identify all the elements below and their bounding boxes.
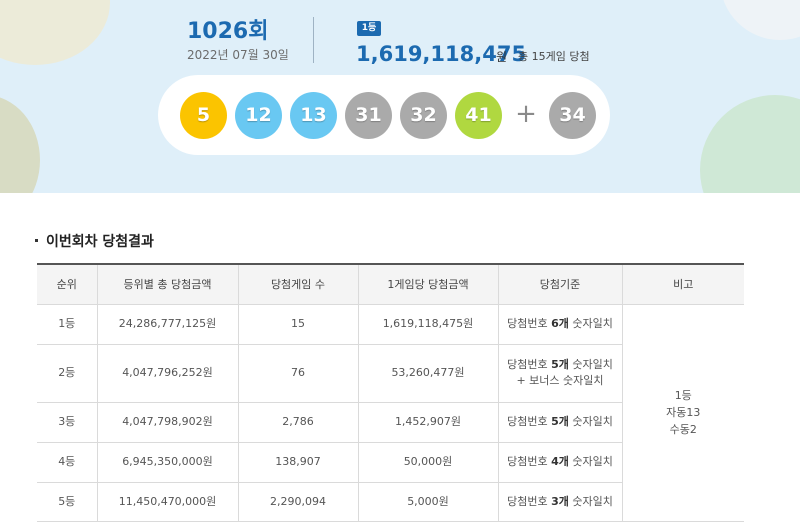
rank-cell: 4등: [37, 441, 98, 483]
column-header: 순위: [37, 263, 98, 305]
draw-date: 2022년 07월 30일: [187, 48, 289, 62]
remarks-cell: 1등 자동13 수동2: [621, 303, 744, 522]
column-header: 비고: [621, 263, 744, 305]
total-amount-cell: 4,047,798,902원: [96, 401, 239, 443]
rank-cell: 5등: [37, 481, 98, 522]
table-row: 1등 24,286,777,125원 15 1,619,118,475원 당첨번…: [37, 303, 744, 522]
winning-ball: 41: [455, 92, 502, 139]
bonus-ball: 34: [549, 92, 596, 139]
criteria-cell: 당첨번호 5개 숫자일치: [497, 401, 623, 443]
per-game-amount-cell: 1,452,907원: [357, 401, 499, 443]
criteria-cell: 당첨번호 4개 숫자일치: [497, 441, 623, 483]
total-amount-cell: 24,286,777,125원: [96, 303, 239, 345]
decorative-circle: [700, 95, 800, 193]
per-game-amount-cell: 5,000원: [357, 481, 499, 522]
criteria-cell: 당첨번호 5개 숫자일치 + 보너스 숫자일치: [497, 343, 623, 403]
prize-unit: 원: [496, 50, 508, 64]
remark-line: 1등: [674, 389, 692, 402]
column-header: 등위별 총 당첨금액: [96, 263, 239, 305]
bullet-icon: [35, 239, 38, 242]
winning-games-cell: 2,290,094: [237, 481, 359, 522]
per-game-amount-cell: 1,619,118,475원: [357, 303, 499, 345]
winning-ball: 13: [290, 92, 337, 139]
section-title: 이번회차 당첨결과: [35, 231, 154, 253]
per-game-amount-cell: 53,260,477원: [357, 343, 499, 403]
round-number: 1026회: [187, 19, 269, 44]
prize-results-table: 순위 등위별 총 당첨금액 당첨게임 수 1게임당 당첨금액 당첨기준 비고 1…: [37, 263, 744, 522]
draw-result-banner: 1026회 2022년 07월 30일 1등 1,619,118,475 원 총…: [0, 0, 800, 193]
column-header: 당첨게임 수: [237, 263, 359, 305]
winning-games-cell: 76: [237, 343, 359, 403]
winning-games-cell: 2,786: [237, 401, 359, 443]
table-header-row: 순위 등위별 총 당첨금액 당첨게임 수 1게임당 당첨금액 당첨기준 비고: [37, 263, 744, 305]
rank-cell: 3등: [37, 401, 98, 443]
winning-games-cell: 15: [237, 303, 359, 345]
winning-ball: 32: [400, 92, 447, 139]
total-amount-cell: 6,945,350,000원: [96, 441, 239, 483]
column-header: 당첨기준: [497, 263, 623, 305]
decorative-circle: [720, 0, 800, 40]
winner-summary: 총 15게임 당첨: [518, 50, 590, 63]
winning-games-cell: 138,907: [237, 441, 359, 483]
per-game-amount-cell: 50,000원: [357, 441, 499, 483]
plus-icon: +: [515, 99, 537, 129]
winning-ball: 5: [180, 92, 227, 139]
column-header: 1게임당 당첨금액: [357, 263, 499, 305]
decorative-circle: [0, 0, 110, 65]
total-amount-cell: 11,450,470,000원: [96, 481, 239, 522]
remark-line: 자동13: [666, 406, 701, 419]
rank-cell: 1등: [37, 303, 98, 345]
criteria-cell: 당첨번호 3개 숫자일치: [497, 481, 623, 522]
divider: [313, 17, 314, 63]
rank-cell: 2등: [37, 343, 98, 403]
remark-line: 수동2: [669, 423, 697, 436]
first-prize-badge: 1등: [357, 21, 381, 36]
total-amount-cell: 4,047,796,252원: [96, 343, 239, 403]
winning-ball: 12: [235, 92, 282, 139]
criteria-cell: 당첨번호 6개 숫자일치: [497, 303, 623, 345]
winning-ball: 31: [345, 92, 392, 139]
decorative-circle: [0, 95, 40, 193]
